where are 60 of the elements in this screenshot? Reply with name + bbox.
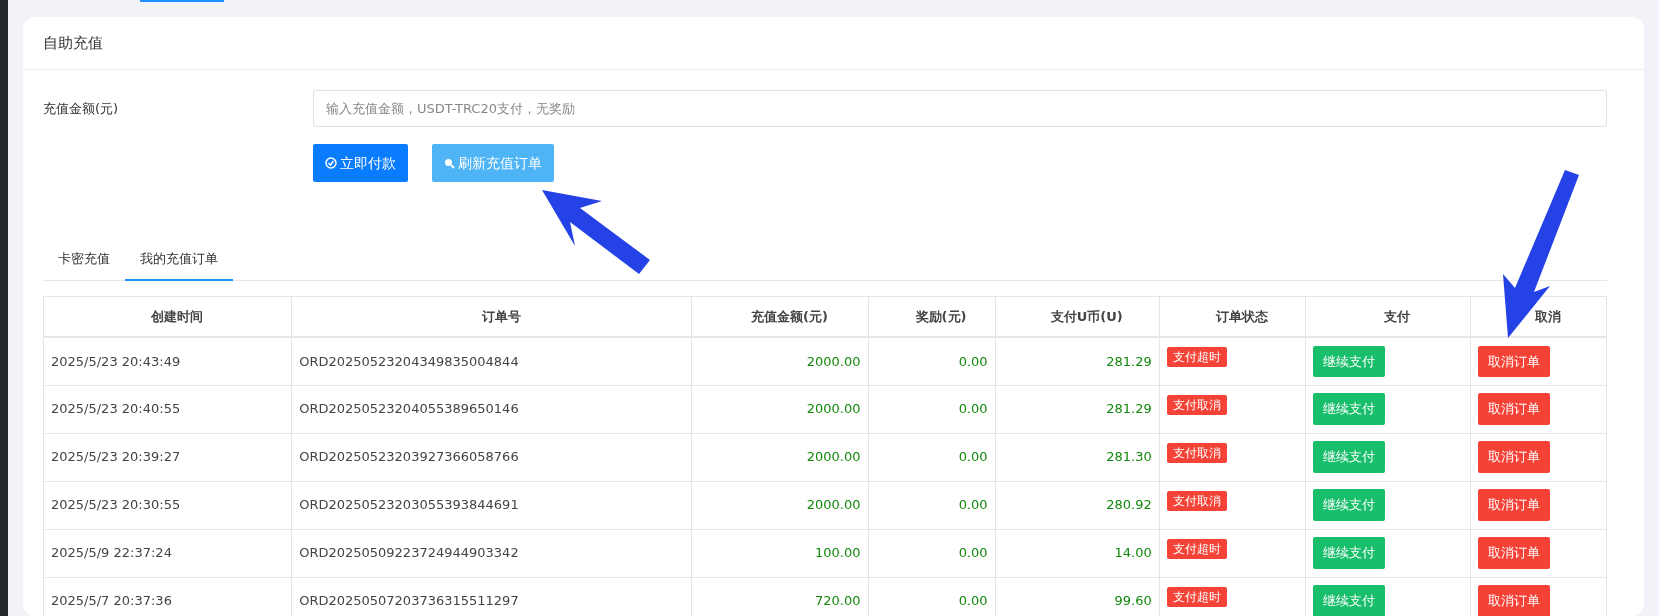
status-badge: 支付取消: [1166, 442, 1227, 463]
table-cell: 2025/5/7 20:37:36: [43, 577, 292, 616]
table-cell: 2025/5/23 20:30:55: [43, 481, 292, 529]
pay-now-button[interactable]: 立即付款: [313, 144, 408, 182]
continue-pay-button[interactable]: 继续支付: [1312, 345, 1385, 377]
check-circle-icon: [325, 157, 337, 169]
table-cell: 0.00: [868, 385, 996, 433]
table-cell: 0.00: [868, 481, 996, 529]
continue-pay-button[interactable]: 继续支付: [1312, 489, 1385, 521]
table-cell: 281.29: [995, 385, 1160, 433]
table-cell: 281.29: [995, 337, 1160, 385]
table-cell: 14.00: [995, 529, 1160, 577]
cancel-order-button[interactable]: 取消订单: [1477, 393, 1550, 425]
table-cell: 2025/5/23 20:43:49: [43, 337, 292, 385]
table-cell: ORD20250523204349835004844: [291, 337, 692, 385]
continue-pay-button[interactable]: 继续支付: [1312, 441, 1385, 473]
table-cell: 0.00: [868, 529, 996, 577]
search-icon: [444, 157, 455, 169]
column-header: 订单号: [291, 296, 692, 337]
refresh-orders-button[interactable]: 刷新充值订单: [432, 144, 554, 182]
table-cell: 2000.00: [691, 481, 868, 529]
status-badge: 支付取消: [1166, 490, 1227, 511]
cancel-order-button[interactable]: 取消订单: [1477, 585, 1550, 616]
card-title: 自助充值: [43, 32, 103, 54]
continue-pay-button[interactable]: 继续支付: [1312, 537, 1385, 569]
column-header: 创建时间: [43, 296, 292, 337]
cancel-order-button[interactable]: 取消订单: [1477, 345, 1550, 377]
column-header: 充值金额(元): [691, 296, 868, 337]
table-cell: 0.00: [868, 433, 996, 481]
table-cell: ORD20250523204055389650146: [291, 385, 692, 433]
status-badge: 支付取消: [1166, 394, 1227, 415]
cancel-order-button[interactable]: 取消订单: [1477, 441, 1550, 473]
cancel-order-button[interactable]: 取消订单: [1477, 537, 1550, 569]
table-cell: 100.00: [691, 529, 868, 577]
table-cell: ORD20250509223724944903342: [291, 529, 692, 577]
table-cell: 2000.00: [691, 433, 868, 481]
table-cell: ORD20250523203055393844691: [291, 481, 692, 529]
table-cell: 2000.00: [691, 385, 868, 433]
table-cell: 2025/5/23 20:39:27: [43, 433, 292, 481]
table-cell: 281.30: [995, 433, 1160, 481]
table-cell: 280.92: [995, 481, 1160, 529]
amount-input[interactable]: 输入充值金额，USDT-TRC20支付，无奖励: [313, 90, 1607, 127]
tab[interactable]: 我的充值订单: [125, 239, 233, 281]
tab[interactable]: 卡密充值: [43, 239, 125, 281]
table-cell: ORD20250523203927366058766: [291, 433, 692, 481]
column-header: 订单状态: [1159, 296, 1306, 337]
table-cell: 2000.00: [691, 337, 868, 385]
table-cell: 2025/5/9 22:37:24: [43, 529, 292, 577]
status-badge: 支付超时: [1166, 538, 1227, 559]
column-header: 支付U币(U): [995, 296, 1160, 337]
column-header: 支付: [1305, 296, 1471, 337]
field-label: 充值金额(元): [43, 99, 120, 118]
table-cell: 0.00: [868, 337, 996, 385]
table-cell: 2025/5/23 20:40:55: [43, 385, 292, 433]
status-badge: 支付超时: [1166, 347, 1227, 367]
column-header: 奖励(元): [868, 296, 996, 337]
continue-pay-button[interactable]: 继续支付: [1312, 585, 1385, 616]
cancel-order-button[interactable]: 取消订单: [1477, 489, 1550, 521]
continue-pay-button[interactable]: 继续支付: [1312, 393, 1385, 425]
status-badge: 支付超时: [1166, 586, 1227, 607]
